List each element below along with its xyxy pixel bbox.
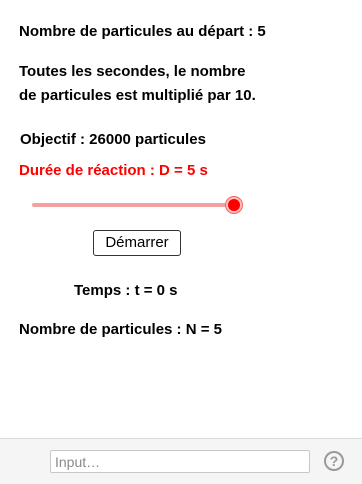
time-text: Temps : t = 0 s xyxy=(74,282,178,299)
duration-slider-track[interactable] xyxy=(32,203,235,207)
duration-slider[interactable] xyxy=(27,196,245,214)
start-button[interactable]: Démarrer xyxy=(93,230,181,256)
initial-particles-text: Nombre de particules au départ : 5 xyxy=(19,23,266,40)
duration-slider-thumb[interactable] xyxy=(226,197,242,213)
algebra-input[interactable] xyxy=(50,450,310,473)
objective-text: Objectif : 26000 particules xyxy=(20,131,206,148)
graphics-view: Nombre de particules au départ : 5 Toute… xyxy=(0,0,362,438)
rule-text-line1: Toutes les secondes, le nombre xyxy=(19,63,246,80)
rule-text-line2: de particules est multiplié par 10. xyxy=(19,87,256,104)
particle-count-text: Nombre de particules : N = 5 xyxy=(19,321,222,338)
help-icon[interactable]: ? xyxy=(324,451,344,471)
duration-label: Durée de réaction : D = 5 s xyxy=(19,162,208,179)
input-bar: ? xyxy=(0,438,362,484)
